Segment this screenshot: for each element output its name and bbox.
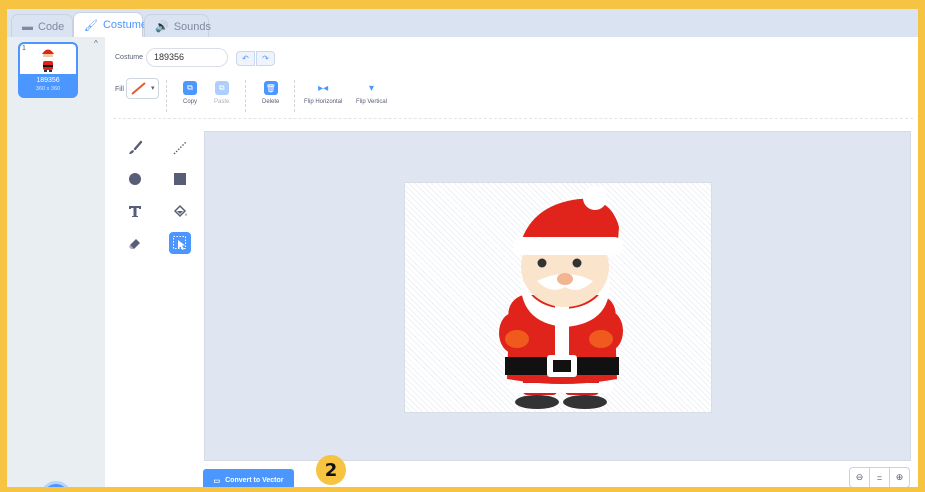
trash-icon: 🗑 (263, 81, 278, 95)
tab-bar: ▬ Code 🖌 Costumes 🔊 Sounds (7, 9, 918, 38)
chevron-down-icon: ▾ (151, 85, 155, 92)
fill-color-picker[interactable]: ▾ (126, 78, 159, 99)
costume-item[interactable]: 1 189356 360 x 360 (18, 42, 78, 98)
select-tool[interactable] (169, 232, 191, 254)
flip-horizontal-label: Flip Horizontal (304, 99, 343, 105)
redo-icon: ↷ (262, 54, 269, 63)
tab-code[interactable]: ▬ Code (11, 14, 73, 38)
toolbar-separator-line (113, 118, 913, 119)
text-tool-icon (129, 206, 141, 217)
tab-sounds[interactable]: 🔊 Sounds (144, 14, 212, 38)
costume-canvas[interactable] (404, 182, 712, 413)
brush-tool[interactable] (124, 137, 146, 159)
toolbar-divider (245, 80, 246, 112)
costume-item-name: 189356 (36, 77, 60, 84)
undo-button[interactable]: ↶ (236, 51, 255, 66)
zoom-out-icon: ⊖ (855, 472, 864, 482)
costume-list: 1 189356 360 x 360 (7, 37, 94, 487)
costume-editor-window: ▬ Code 🖌 Costumes 🔊 Sounds 1 189356 360 … (7, 9, 918, 487)
flip-horizontal-icon: ▸◂ (318, 82, 329, 94)
flip-vertical-button[interactable]: ▾ Flip Vertical (356, 81, 388, 106)
canvas-area[interactable] (204, 131, 911, 461)
zoom-reset-icon: = (876, 472, 883, 483)
paint-bucket-icon (173, 204, 187, 218)
costume-list-scrollbar[interactable]: ^ (93, 37, 104, 487)
fill-tool[interactable] (169, 200, 191, 222)
paint-editor: Costume 189356 ↶ ↷ Fill ▾ ⧉ Copy ⧉ Paste… (105, 37, 918, 487)
circle-tool[interactable] (124, 168, 146, 190)
step-number-badge: 2 (316, 455, 346, 485)
chevron-up-icon: ^ (94, 39, 98, 48)
zoom-in-icon: ⊕ (895, 472, 904, 482)
eraser-tool[interactable] (124, 232, 146, 254)
rectangle-tool[interactable] (169, 168, 191, 190)
circle-tool-icon (129, 173, 141, 185)
paste-label: Paste (214, 99, 230, 105)
convert-to-vector-button[interactable]: ▭ Convert to Vector (203, 469, 294, 487)
santa-costume-image (499, 186, 623, 409)
undo-icon: ↶ (242, 54, 249, 63)
brush-tool-icon (129, 140, 143, 154)
fill-label: Fill (115, 86, 124, 93)
convert-to-vector-label: Convert to Vector (225, 477, 284, 484)
flip-vertical-icon: ▾ (368, 82, 375, 94)
select-icon (173, 236, 186, 250)
choose-costume-button[interactable] (40, 481, 72, 487)
code-icon: ▬ (22, 20, 33, 33)
tab-sounds-label: Sounds (173, 20, 212, 33)
zoom-out-button[interactable]: ⊖ (850, 468, 870, 487)
toolbar-divider (166, 80, 167, 112)
flip-vertical-label: Flip Vertical (356, 99, 388, 105)
fill-swatch-icon (131, 82, 146, 95)
text-tool[interactable] (124, 200, 146, 222)
paste-icon: ⧉ (214, 81, 229, 95)
redo-button[interactable]: ↷ (256, 51, 275, 66)
costume-name-input[interactable]: 189356 (146, 48, 228, 67)
tab-costumes[interactable]: 🖌 Costumes (73, 12, 153, 37)
line-tool-icon (173, 141, 187, 155)
flip-horizontal-button[interactable]: ▸◂ Flip Horizontal (304, 81, 343, 106)
delete-label: Delete (262, 99, 280, 105)
costume-name-label: Costume (115, 54, 144, 61)
costume-item-size: 360 x 360 (35, 86, 61, 92)
copy-label: Copy (183, 99, 198, 105)
copy-button[interactable]: ⧉ Copy (183, 81, 197, 105)
zoom-in-button[interactable]: ⊕ (890, 468, 909, 487)
copy-icon: ⧉ (183, 81, 197, 95)
zoom-controls: ⊖ = ⊕ (849, 467, 910, 487)
speaker-icon: 🔊 (155, 21, 169, 33)
line-tool[interactable] (169, 137, 191, 159)
rectangle-tool-icon (174, 173, 186, 185)
paste-button[interactable]: ⧉ Paste (214, 81, 229, 105)
eraser-icon (129, 239, 140, 249)
tab-code-label: Code (38, 20, 65, 33)
zoom-reset-button[interactable]: = (870, 468, 890, 487)
costume-number: 1 (22, 45, 26, 52)
image-icon: ▭ (213, 477, 221, 485)
costume-thumbnail (20, 44, 76, 74)
toolbar-divider (294, 80, 295, 112)
delete-button[interactable]: 🗑 Delete (262, 81, 279, 105)
brush-icon: 🖌 (84, 19, 98, 32)
